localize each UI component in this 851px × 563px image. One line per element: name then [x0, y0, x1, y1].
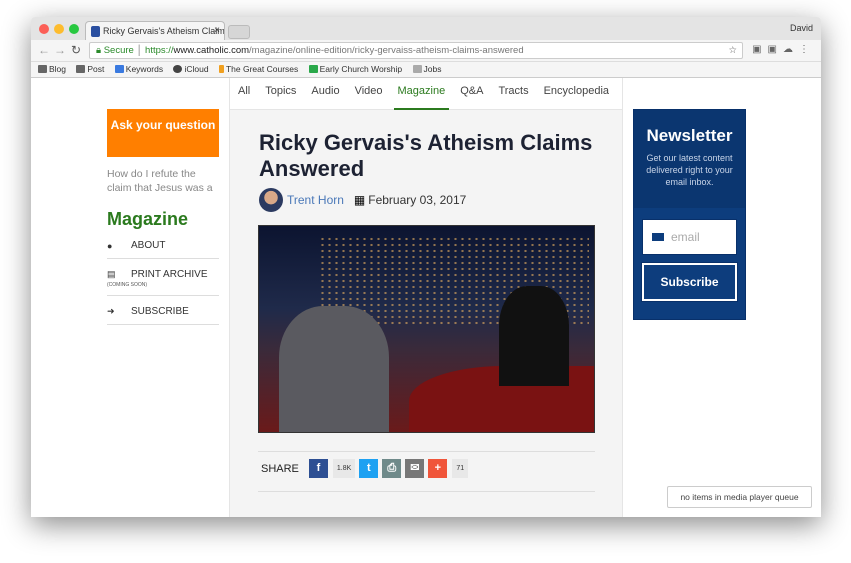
- new-tab-button[interactable]: [228, 25, 250, 39]
- divider: [258, 491, 595, 492]
- tab-encyclopedia[interactable]: Encyclopedia: [544, 78, 609, 110]
- url-domain: www.catholic.com: [173, 45, 250, 56]
- site-favicon-icon: [91, 26, 100, 37]
- ask-question-button[interactable]: Ask your question: [107, 109, 219, 157]
- browser-window: Ricky Gervais's Atheism Claims Answered×…: [31, 17, 821, 517]
- bookmark-icloud[interactable]: iCloud: [173, 64, 209, 74]
- calendar-icon: ▦: [353, 193, 366, 207]
- tab-video[interactable]: Video: [355, 78, 383, 110]
- bookmark-post[interactable]: Post: [76, 64, 104, 74]
- zoom-window-button[interactable]: [69, 24, 79, 34]
- url-path: /magazine/online-edition/ricky-gervaiss-…: [249, 45, 524, 56]
- article-column: All Topics Audio Video Magazine Q&A Trac…: [229, 78, 623, 517]
- item-label: ABOUT: [131, 240, 166, 251]
- twitter-share-icon[interactable]: t: [359, 459, 379, 478]
- more-share-icon[interactable]: +: [428, 459, 448, 478]
- reload-icon[interactable]: ↻: [71, 43, 81, 57]
- browser-toolbar: ← → ↻ 🔒︎ Secure │ https://www.catholic.c…: [31, 40, 821, 62]
- subscribe-button[interactable]: Subscribe: [641, 262, 738, 302]
- bookmarks-bar: Blog Post Keywords iCloud The Great Cour…: [31, 62, 821, 78]
- tab-audio[interactable]: Audio: [311, 78, 339, 110]
- title-bar: Ricky Gervais's Atheism Claims Answered×…: [31, 17, 821, 40]
- web-page: Ask your question How do I refute the cl…: [31, 78, 821, 517]
- forward-icon[interactable]: →: [54, 43, 66, 57]
- bookmark-keywords[interactable]: Keywords: [114, 64, 163, 74]
- left-sidebar: Ask your question How do I refute the cl…: [107, 109, 219, 325]
- browser-tab[interactable]: Ricky Gervais's Atheism Claims Answered×: [85, 21, 225, 40]
- question-teaser[interactable]: How do I refute the claim that Jesus was…: [107, 167, 219, 195]
- close-tab-icon[interactable]: ×: [214, 25, 220, 36]
- share-bar: SHARE f 1.8K t ⎙ ✉ + 71: [261, 459, 469, 478]
- share-label: SHARE: [261, 462, 299, 475]
- byline: Trent Horn ▦ February 03, 2017: [259, 188, 466, 212]
- tab-topics[interactable]: Topics: [265, 78, 296, 110]
- newsletter-title: Newsletter: [646, 126, 733, 145]
- article-video[interactable]: [258, 225, 595, 433]
- tab-qa[interactable]: Q&A: [460, 78, 483, 110]
- address-bar[interactable]: 🔒︎ Secure │ https://www.catholic.com/mag…: [89, 42, 743, 59]
- envelope-icon: [652, 233, 664, 241]
- facebook-count: 1.8K: [332, 459, 356, 478]
- newspaper-icon: ▤: [107, 269, 116, 279]
- back-icon[interactable]: ←: [38, 43, 50, 57]
- info-icon: ●: [107, 240, 113, 251]
- newsletter-box: Newsletter Get our latest content delive…: [633, 109, 746, 320]
- url-scheme: https://: [145, 45, 174, 56]
- sidebar-item-print-archive[interactable]: ▤ PRINT ARCHIVE (COMING SOON): [107, 259, 219, 296]
- newsletter-text: Get our latest content delivered right t…: [646, 153, 733, 187]
- divider: [258, 451, 595, 452]
- guest-figure: [279, 306, 389, 432]
- host-figure: [499, 286, 569, 386]
- extension-icons[interactable]: ▣▣☁⋮: [752, 44, 815, 55]
- item-label: PRINT ARCHIVE: [131, 269, 208, 280]
- item-label: SUBSCRIBE: [131, 306, 189, 317]
- publish-date: February 03, 2017: [368, 193, 467, 207]
- print-icon[interactable]: ⎙: [382, 459, 402, 478]
- author-avatar[interactable]: [259, 188, 283, 212]
- bookmark-jobs[interactable]: Jobs: [412, 64, 441, 74]
- media-queue-status[interactable]: no items in media player queue: [667, 486, 812, 508]
- bookmark-blog[interactable]: Blog: [38, 64, 66, 74]
- sidebar-item-about[interactable]: ● ABOUT: [107, 230, 219, 259]
- sidebar-item-subscribe[interactable]: ➜ SUBSCRIBE: [107, 296, 219, 325]
- article-title: Ricky Gervais's Atheism Claims Answered: [259, 130, 593, 181]
- facebook-share-icon[interactable]: f: [308, 459, 328, 478]
- tab-tracts[interactable]: Tracts: [498, 78, 528, 110]
- section-title: Magazine: [107, 209, 189, 229]
- tab-magazine[interactable]: Magazine: [393, 78, 450, 110]
- profile-name[interactable]: David: [790, 23, 813, 33]
- bookmark-star-icon[interactable]: ☆: [728, 45, 737, 56]
- author-link[interactable]: Trent Horn: [287, 193, 344, 207]
- secure-label: Secure: [103, 45, 134, 56]
- section-nav: All Topics Audio Video Magazine Q&A Trac…: [230, 78, 622, 110]
- lock-icon: 🔒︎: [96, 45, 104, 56]
- email-placeholder: email: [671, 230, 700, 244]
- sign-in-icon: ➜: [107, 306, 115, 316]
- bookmark-great-courses[interactable]: The Great Courses: [218, 64, 298, 74]
- tab-all[interactable]: All: [238, 78, 250, 110]
- close-window-button[interactable]: [39, 24, 49, 34]
- bookmark-early-church[interactable]: Early Church Worship: [308, 64, 402, 74]
- email-input[interactable]: email: [642, 219, 737, 255]
- share-total-count: 71: [452, 459, 469, 478]
- email-share-icon[interactable]: ✉: [405, 459, 425, 478]
- tab-title: Ricky Gervais's Atheism Claims Answered: [103, 26, 225, 36]
- coming-soon-note: (COMING SOON): [107, 282, 147, 288]
- minimize-window-button[interactable]: [54, 24, 64, 34]
